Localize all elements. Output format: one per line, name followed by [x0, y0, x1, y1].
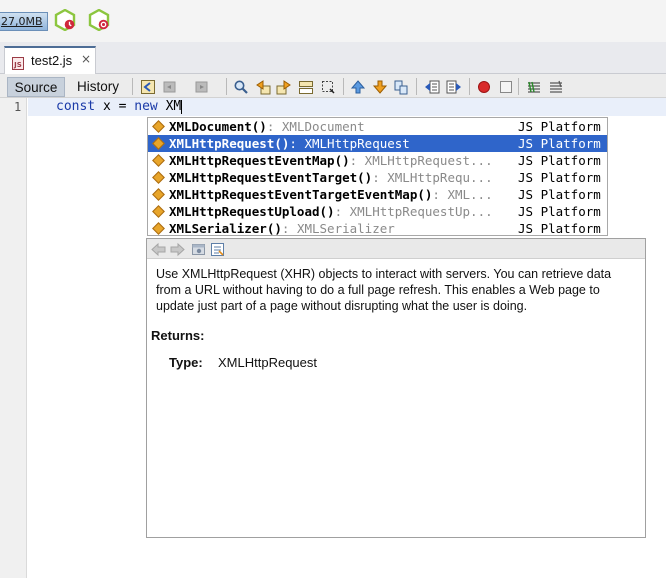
code-completion-popup: XMLDocument(): XMLDocument JS Platform XML…: [147, 117, 608, 236]
completion-item-name: XMLHttpRequestEventTarget(): [169, 170, 373, 185]
ide-window: 27,0MB JS test2.js × Source History 1 co…: [0, 0, 666, 578]
completion-item-platform: JS Platform: [518, 153, 601, 168]
completion-item-platform: JS Platform: [518, 170, 601, 185]
toolbar-separator: [416, 78, 417, 95]
toolbar-separator: [518, 78, 519, 95]
javascript-file-icon: JS: [12, 55, 24, 70]
completion-item-name: XMLHttpRequestEventMap(): [169, 153, 350, 168]
method-icon: [152, 171, 165, 184]
completion-item-label: XMLSerializer(): XMLSerializer: [169, 220, 395, 236]
completion-item-type: : XMLHttpRequ...: [372, 170, 493, 185]
profile-snapshot-icon[interactable]: [88, 8, 110, 32]
find-selection-icon[interactable]: [233, 79, 249, 95]
line-number-gutter: [0, 98, 27, 578]
completion-item[interactable]: XMLHttpRequestEventTargetEventMap(): XML…: [148, 186, 607, 203]
completion-item-name: XMLDocument(): [169, 119, 267, 134]
completion-item-platform: JS Platform: [518, 119, 601, 134]
completion-item-name: XMLHttpRequest(): [169, 136, 290, 151]
editor-tab-strip: JS test2.js ×: [0, 42, 666, 74]
toggle-rect-select-icon[interactable]: [320, 79, 336, 95]
completion-item[interactable]: XMLHttpRequestEventTarget(): XMLHttpRequ…: [148, 169, 607, 186]
back-icon[interactable]: [162, 79, 178, 95]
forward-icon[interactable]: [194, 79, 210, 95]
completion-item[interactable]: XMLSerializer(): XMLSerializer JS Platfor…: [148, 220, 607, 236]
completion-item[interactable]: XMLDocument(): XMLDocument JS Platform: [148, 118, 607, 135]
type-label: Type:: [169, 355, 203, 370]
completion-item-label: XMLDocument(): XMLDocument: [169, 118, 365, 135]
returns-heading: Returns:: [151, 328, 205, 343]
method-icon: [152, 120, 165, 133]
open-in-browser-icon[interactable]: [191, 242, 206, 257]
completion-item-label: XMLHttpRequestEventTargetEventMap(): XML…: [169, 186, 493, 203]
stop-macro-icon[interactable]: [498, 79, 514, 95]
method-icon: [152, 154, 165, 167]
completion-item-name: XMLHttpRequestEventTargetEventMap(): [169, 187, 433, 202]
completion-item-label: XMLHttpRequestUpload(): XMLHttpRequestUp…: [169, 203, 493, 220]
keyword-new: new: [134, 99, 158, 114]
goto-source-icon[interactable]: [210, 242, 225, 257]
completion-item-type: : XMLHttpRequest: [289, 136, 410, 151]
completion-item-type: : XMLHttpRequest...: [349, 153, 493, 168]
find-next-icon[interactable]: [276, 79, 292, 95]
text-caret: [181, 99, 183, 114]
method-icon: [152, 205, 165, 218]
completion-item-name: XMLSerializer(): [169, 221, 282, 236]
next-bookmark-icon[interactable]: [372, 79, 388, 95]
tab-test2-js[interactable]: JS test2.js ×: [4, 46, 96, 74]
method-icon: [152, 188, 165, 201]
completion-item-platform: JS Platform: [518, 136, 601, 151]
comment-icon[interactable]: [526, 79, 542, 95]
profile-ide-icon[interactable]: [54, 8, 76, 32]
shift-right-icon[interactable]: [446, 79, 462, 95]
completion-item[interactable]: XMLHttpRequestEventMap(): XMLHttpRequest…: [148, 152, 607, 169]
completion-item-name: XMLHttpRequestUpload(): [169, 204, 335, 219]
completion-item-type: : XMLSerializer: [281, 221, 395, 236]
toggle-bookmark-icon[interactable]: [393, 79, 409, 95]
method-icon: [152, 137, 165, 150]
completion-item-label: XMLHttpRequestEventMap(): XMLHttpRequest…: [169, 152, 493, 169]
completion-item[interactable]: XMLHttpRequestUpload(): XMLHttpRequestUp…: [148, 203, 607, 220]
code-text: x =: [95, 99, 135, 114]
source-tab-button[interactable]: Source: [7, 77, 65, 97]
completion-item-platform: JS Platform: [518, 221, 601, 236]
toolbar-separator: [469, 78, 470, 95]
toolbar-separator: [343, 78, 344, 95]
completion-item[interactable]: XMLHttpRequest(): XMLHttpRequest JS Platf…: [148, 135, 607, 152]
keyword-const: const: [56, 99, 96, 114]
tab-label: test2.js: [31, 53, 73, 68]
code-line[interactable]: const x = new XM: [56, 99, 183, 115]
completion-item-platform: JS Platform: [518, 187, 601, 202]
main-toolbar: 27,0MB: [0, 0, 666, 42]
back-icon[interactable]: [151, 242, 166, 257]
method-icon: [152, 222, 165, 235]
forward-icon[interactable]: [170, 242, 185, 257]
toggle-highlight-icon[interactable]: [298, 79, 314, 95]
completion-item-type: : XMLHttpRequestUp...: [334, 204, 493, 219]
previous-bookmark-icon[interactable]: [350, 79, 366, 95]
documentation-toolbar: [147, 239, 645, 259]
toolbar-separator: [226, 78, 227, 95]
documentation-description: Use XMLHttpRequest (XHR) objects to inte…: [156, 267, 612, 313]
last-edit-icon[interactable]: [140, 79, 156, 95]
shift-left-icon[interactable]: [424, 79, 440, 95]
svg-text:JS: JS: [13, 61, 22, 69]
completion-item-platform: JS Platform: [518, 204, 601, 219]
editor-toolbar: Source History: [0, 74, 666, 98]
completion-item-label: XMLHttpRequest(): XMLHttpRequest: [169, 135, 410, 152]
start-macro-icon[interactable]: [476, 79, 492, 95]
completion-item-label: XMLHttpRequestEventTarget(): XMLHttpRequ…: [169, 169, 493, 186]
history-tab-button[interactable]: History: [70, 77, 126, 97]
type-value: XMLHttpRequest: [218, 355, 317, 370]
toolbar-separator: [132, 78, 133, 95]
close-icon[interactable]: ×: [81, 52, 91, 66]
completion-item-type: : XMLDocument: [266, 119, 365, 134]
documentation-popup: Use XMLHttpRequest (XHR) objects to inte…: [146, 238, 646, 538]
completion-item-type: : XML...: [432, 187, 493, 202]
line-number: 1: [14, 100, 22, 114]
code-text: XM: [157, 99, 182, 114]
find-previous-icon[interactable]: [255, 79, 271, 95]
memory-indicator[interactable]: 27,0MB: [0, 12, 48, 31]
uncomment-icon[interactable]: [548, 79, 564, 95]
